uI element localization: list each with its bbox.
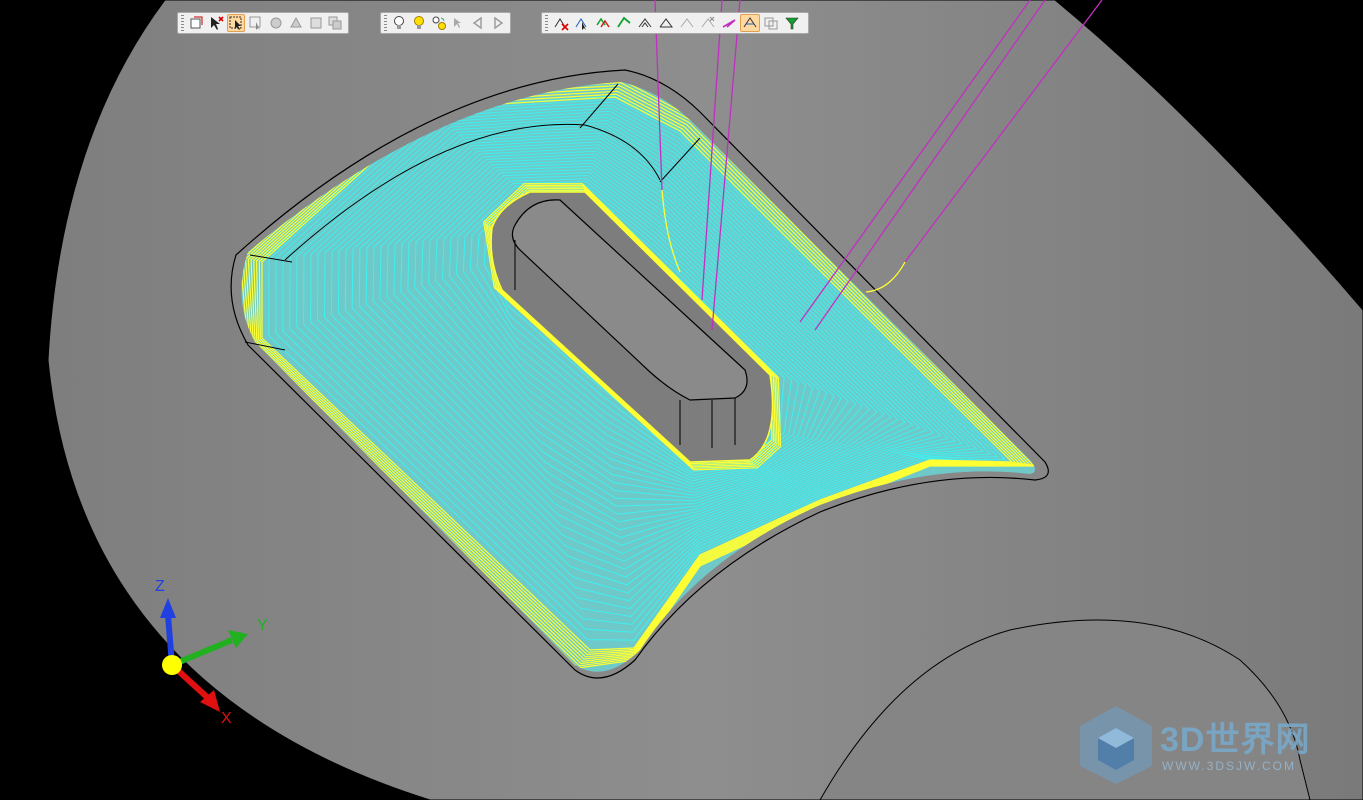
selection-toolbar — [177, 12, 349, 34]
toolpath-toolbar — [541, 12, 809, 34]
toolpath-delete-icon[interactable] — [551, 14, 571, 32]
select-drag-icon[interactable] — [226, 14, 246, 32]
toolbar-grip[interactable] — [181, 15, 184, 31]
cad-viewport[interactable] — [0, 0, 1363, 800]
select-all-icon[interactable] — [326, 14, 345, 32]
watermark: 3D世界网 WWW.3DSJW.COM — [1078, 704, 1348, 786]
watermark-url: WWW.3DSJW.COM — [1162, 759, 1296, 773]
axis-y-label: Y — [257, 617, 268, 634]
arrow-forward-icon[interactable] — [488, 14, 507, 32]
light-on-icon[interactable] — [409, 14, 428, 32]
toolpath-copy-icon[interactable] — [761, 14, 781, 32]
select-hidden-icon[interactable] — [306, 14, 325, 32]
toolbar-grip[interactable] — [545, 15, 548, 31]
select-box-icon[interactable] — [187, 14, 206, 32]
watermark-cube-icon — [1080, 706, 1152, 784]
select-surface-icon[interactable] — [266, 14, 285, 32]
toolpath-green-icon[interactable] — [614, 14, 634, 32]
watermark-brand: 3D世界网 — [1160, 721, 1311, 759]
light-off-icon[interactable] — [390, 14, 409, 32]
toolpath-link-icon[interactable] — [635, 14, 655, 32]
toolpath-filter-icon[interactable] — [782, 14, 802, 32]
arrow-back-icon[interactable] — [469, 14, 488, 32]
toolpath-cross-icon[interactable] — [698, 14, 718, 32]
deselect-icon[interactable] — [207, 14, 226, 32]
light-cycle-icon[interactable] — [429, 14, 448, 32]
toolbar-grip[interactable] — [384, 15, 387, 31]
toolpath-group-icon[interactable] — [593, 14, 613, 32]
pointer-disabled-icon[interactable] — [449, 14, 468, 32]
axis-z-label: Z — [155, 578, 165, 595]
axis-x-label: X — [221, 710, 232, 727]
select-faces-icon[interactable] — [286, 14, 305, 32]
toolpath-lead-icon[interactable] — [656, 14, 676, 32]
select-lasso-icon[interactable] — [246, 14, 265, 32]
toolpath-disabled-icon[interactable] — [677, 14, 697, 32]
toolpath-select-icon[interactable] — [572, 14, 592, 32]
lighting-toolbar — [380, 12, 511, 34]
toolpath-active-icon[interactable] — [740, 14, 760, 32]
toolpath-magenta-icon[interactable] — [719, 14, 739, 32]
